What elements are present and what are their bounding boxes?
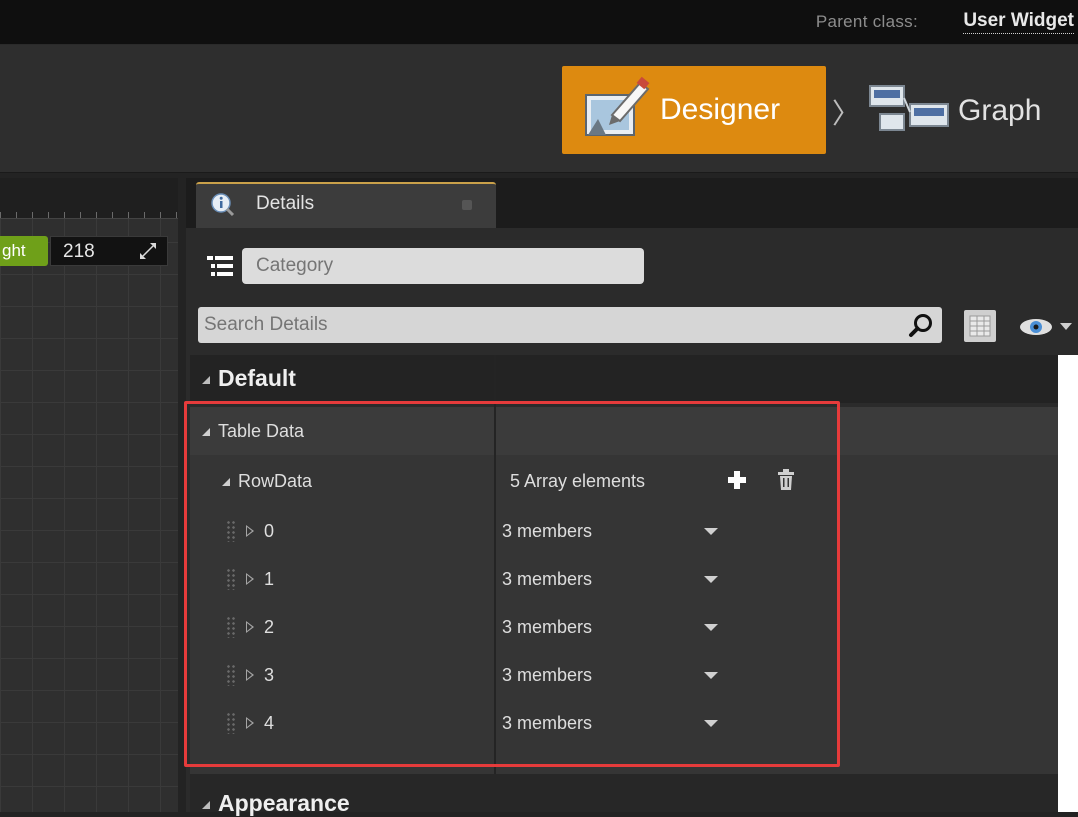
expand-arrow-icon[interactable] xyxy=(246,525,254,537)
graph-mode-button[interactable]: Graph xyxy=(866,78,1076,144)
expand-arrow-icon[interactable] xyxy=(246,573,254,585)
collapse-triangle-icon xyxy=(222,478,230,487)
drag-handle-icon[interactable] xyxy=(226,712,236,734)
parent-class-link[interactable]: User Widget xyxy=(963,10,1074,34)
details-scrollbar[interactable] xyxy=(1058,355,1078,812)
parent-class-label: Parent class: xyxy=(815,12,918,31)
designer-canvas[interactable] xyxy=(0,178,178,812)
section-default-title: Default xyxy=(218,365,296,391)
close-tab-icon[interactable] xyxy=(462,200,472,210)
element-index: 3 xyxy=(264,665,275,685)
element-value: 3 members xyxy=(502,617,593,637)
row-data-count: 5 Array elements xyxy=(510,471,646,491)
expand-arrow-icon[interactable] xyxy=(246,669,254,681)
collapse-triangle-icon xyxy=(202,375,210,384)
grid-view-button[interactable] xyxy=(958,306,1010,346)
section-appearance-header[interactable]: Appearance xyxy=(190,774,1058,816)
tab-details[interactable] xyxy=(196,182,496,228)
height-label: ght xyxy=(0,236,48,266)
drag-handle-icon[interactable] xyxy=(226,568,236,590)
visibility-options-button[interactable] xyxy=(1016,314,1078,340)
trash-icon xyxy=(778,469,794,490)
array-element-row[interactable]: 0 3 members xyxy=(190,507,1058,555)
drag-handle-icon[interactable] xyxy=(226,664,236,686)
ruler-ticks xyxy=(0,200,178,218)
eye-icon xyxy=(1020,319,1072,335)
designer-label: Designer xyxy=(660,93,781,126)
resize-icon[interactable] xyxy=(140,243,156,259)
collapse-triangle-icon xyxy=(202,428,210,437)
category-input[interactable] xyxy=(242,248,644,284)
chevron-down-icon[interactable] xyxy=(704,672,718,679)
expand-arrow-icon[interactable] xyxy=(246,717,254,729)
section-appearance-title: Appearance xyxy=(218,790,350,816)
graph-label: Graph xyxy=(958,94,1042,127)
chevron-down-icon[interactable] xyxy=(704,720,718,727)
array-element-row[interactable]: 1 3 members xyxy=(190,555,1058,603)
chevron-down-icon[interactable] xyxy=(704,528,718,535)
element-index: 0 xyxy=(264,521,275,541)
property-row-data[interactable]: RowData 5 Array elements xyxy=(190,455,1058,507)
chevron-down-icon[interactable] xyxy=(704,576,718,583)
element-index: 4 xyxy=(264,713,275,733)
graph-icon xyxy=(866,80,952,143)
designer-icon xyxy=(574,75,656,145)
info-icon xyxy=(211,193,235,217)
array-element-row[interactable]: 3 3 members xyxy=(190,651,1058,699)
mode-separator: 〉 xyxy=(832,98,861,129)
element-value: 3 members xyxy=(502,665,593,685)
array-element-row[interactable]: 2 3 members xyxy=(190,603,1058,651)
details-tab-label: Details xyxy=(256,193,315,214)
array-element-row[interactable]: 4 3 members xyxy=(190,699,1058,774)
section-default-header[interactable]: Default xyxy=(190,355,1058,403)
element-value: 3 members xyxy=(502,521,593,541)
element-value: 3 members xyxy=(502,713,593,733)
row-data-label: RowData xyxy=(238,471,313,491)
search-details-input[interactable] xyxy=(198,307,942,343)
element-index: 2 xyxy=(264,617,275,637)
collapse-triangle-icon xyxy=(202,800,210,809)
table-data-label: Table Data xyxy=(218,421,305,441)
column-divider[interactable] xyxy=(494,355,496,775)
element-value: 3 members xyxy=(502,569,593,589)
category-list-icon[interactable] xyxy=(203,252,239,284)
expand-arrow-icon[interactable] xyxy=(246,621,254,633)
designer-mode-button[interactable]: Designer xyxy=(562,66,826,154)
add-icon xyxy=(728,471,746,489)
element-index: 1 xyxy=(264,569,275,589)
empty-array-button[interactable] xyxy=(776,468,796,497)
drag-handle-icon[interactable] xyxy=(226,616,236,638)
category-table-data[interactable]: Table Data xyxy=(190,407,1058,455)
search-icon[interactable] xyxy=(908,313,934,339)
drag-handle-icon[interactable] xyxy=(226,520,236,542)
add-element-button[interactable] xyxy=(726,469,748,496)
chevron-down-icon[interactable] xyxy=(704,624,718,631)
grid-view-icon xyxy=(964,310,996,342)
